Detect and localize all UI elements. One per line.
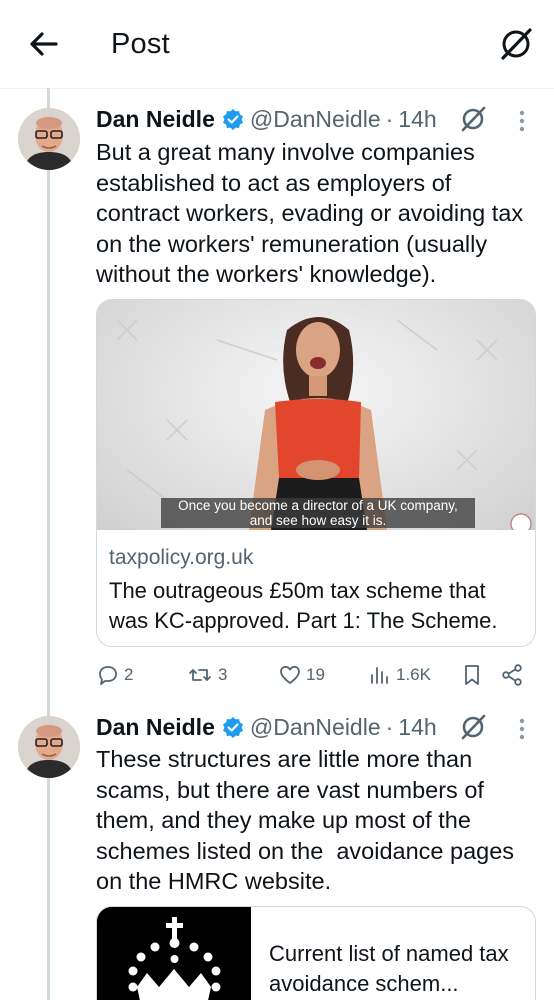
author-name[interactable]: Dan Neidle — [96, 106, 215, 133]
link-preview-card[interactable]: Current list of named tax avoidance sche… — [96, 906, 536, 1000]
bookmark-icon — [465, 665, 479, 685]
grok-icon — [461, 106, 486, 132]
crown-logo-icon — [97, 907, 251, 1000]
grok-icon — [461, 714, 486, 740]
link-title: Current list of named tax avoidance sche… — [269, 941, 509, 996]
verified-badge-icon[interactable] — [222, 108, 244, 130]
avatar[interactable] — [18, 716, 80, 778]
repost-count: 3 — [218, 665, 228, 684]
separator-dot: · — [385, 713, 394, 740]
share-button[interactable] — [500, 660, 528, 690]
tweet-timestamp[interactable]: 14h — [398, 106, 436, 133]
tweet-header: Dan Neidle @DanNeidle · 14h — [96, 712, 437, 742]
view-count: 1.6K — [396, 665, 431, 684]
like-button[interactable]: 19 — [278, 660, 325, 690]
repost-button[interactable]: 3 — [186, 660, 227, 690]
heart-icon — [280, 665, 300, 684]
avatar-image — [18, 716, 80, 778]
link-preview-image — [97, 907, 251, 1000]
more-options-button[interactable] — [512, 106, 532, 136]
top-app-bar: Post — [0, 0, 554, 89]
tweet-text: These structures are little more than sc… — [96, 746, 521, 894]
tweet-text: But a great many involve companies estab… — [96, 139, 530, 287]
back-button[interactable] — [26, 26, 62, 62]
caption-line-2: and see how easy it is. — [249, 513, 387, 528]
reply-button[interactable]: 2 — [96, 660, 133, 690]
tweet-timestamp[interactable]: 14h — [398, 714, 436, 741]
link-title: The outrageous £50m tax scheme that was … — [109, 578, 498, 633]
verified-badge-icon[interactable] — [222, 716, 244, 738]
video-still-image — [116, 317, 498, 530]
reply-count: 2 — [124, 665, 134, 684]
more-vertical-icon — [519, 718, 525, 740]
post-page: Post Dan Neidle @DanNeidle · 14h But a g… — [0, 0, 554, 1000]
grok-icon — [501, 28, 532, 60]
analytics-icon — [371, 667, 388, 684]
reply-icon — [99, 666, 117, 685]
more-options-button[interactable] — [512, 714, 532, 744]
arrow-left-icon — [30, 32, 58, 56]
link-preview-image: Once you become a director of a UK compa… — [97, 300, 535, 530]
avatar[interactable] — [18, 108, 80, 170]
video-caption: Once you become a director of a UK compa… — [161, 498, 475, 528]
link-domain: taxpolicy.org.uk — [109, 546, 254, 569]
repost-icon — [189, 669, 211, 681]
more-vertical-icon — [519, 110, 525, 132]
bookmark-button[interactable] — [460, 660, 488, 690]
grok-analyze-button[interactable] — [458, 712, 488, 742]
separator-dot: · — [385, 105, 394, 132]
thread-connector-line — [47, 88, 50, 1000]
tweet-action-bar: 2 3 19 1.6K — [96, 660, 536, 690]
page-title: Post — [111, 28, 170, 60]
watermark-logo — [510, 513, 532, 530]
views-button[interactable]: 1.6K — [368, 660, 431, 690]
tweet-header: Dan Neidle @DanNeidle · 14h — [96, 104, 437, 134]
avatar-image — [18, 108, 80, 170]
grok-button[interactable] — [496, 24, 536, 64]
link-preview-card[interactable]: Once you become a director of a UK compa… — [96, 299, 536, 647]
author-handle[interactable]: @DanNeidle — [250, 106, 381, 133]
like-count: 19 — [306, 665, 325, 684]
author-name[interactable]: Dan Neidle — [96, 714, 215, 741]
author-handle[interactable]: @DanNeidle — [250, 714, 381, 741]
grok-analyze-button[interactable] — [458, 104, 488, 134]
share-icon — [502, 664, 522, 686]
caption-line-1: Once you become a director of a UK compa… — [178, 498, 458, 513]
